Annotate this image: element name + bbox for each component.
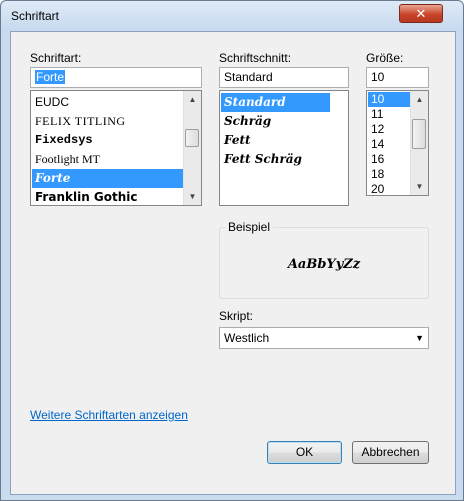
font-list-item-fixedsys[interactable]: Fixedsys (32, 131, 184, 150)
chevron-down-icon[interactable]: ▼ (415, 328, 424, 348)
script-select[interactable]: Westlich ▼ (219, 327, 429, 349)
size-list-item[interactable]: 16 (368, 152, 410, 167)
font-list-scroll-thumb[interactable] (185, 129, 199, 147)
style-list-item-italic[interactable]: Schräg (221, 112, 330, 131)
font-dialog-window: Schriftart ✕ Schriftart: Forte EUDC FELI… (0, 0, 464, 501)
size-list-item[interactable]: 12 (368, 122, 410, 137)
cancel-button[interactable]: Abbrechen (352, 441, 429, 464)
size-list-scroll-thumb[interactable] (412, 119, 426, 149)
font-size-value: 10 (371, 70, 385, 84)
size-list-item[interactable]: 18 (368, 167, 410, 182)
dialog-client-area: Schriftart: Forte EUDC FELIX TITLING Fix… (10, 31, 456, 495)
font-name-input[interactable]: Forte (30, 67, 202, 88)
size-list-item[interactable]: 10 (368, 92, 410, 107)
font-size-input[interactable]: 10 (366, 67, 429, 88)
ok-button[interactable]: OK (267, 441, 342, 464)
size-list-item[interactable]: 11 (368, 107, 410, 122)
font-list-scrollbar[interactable]: ▲ ▼ (183, 91, 201, 205)
font-style-value: Standard (224, 70, 273, 84)
title-bar[interactable]: Schriftart ✕ (1, 1, 463, 31)
font-label: Schriftart: (30, 51, 82, 65)
size-list-item[interactable]: 14 (368, 137, 410, 152)
font-list-item-eudc[interactable]: EUDC (32, 93, 184, 112)
size-list-item[interactable]: 20 (368, 182, 410, 195)
font-list[interactable]: EUDC FELIX TITLING Fixedsys Footlight MT… (30, 90, 202, 206)
scroll-down-arrow-icon[interactable]: ▼ (184, 188, 201, 205)
close-button[interactable]: ✕ (399, 4, 443, 23)
script-label: Skript: (219, 309, 254, 323)
sample-label: Beispiel (225, 220, 274, 234)
font-size-list[interactable]: 10 11 12 14 16 18 20 ▲ ▼ (366, 90, 429, 196)
sample-preview-text: AaBbYyZz (287, 257, 361, 272)
script-select-value: Westlich (224, 331, 270, 345)
font-style-input[interactable]: Standard (219, 67, 349, 88)
style-label: Schriftschnitt: (219, 51, 292, 65)
font-name-value: Forte (35, 70, 66, 84)
style-list-item-bold-italic[interactable]: Fett Schräg (221, 150, 330, 169)
font-list-item-felix-titling[interactable]: FELIX TITLING (32, 112, 184, 131)
font-list-item-footlight-mt[interactable]: Footlight MT (32, 150, 184, 169)
font-list-item-franklin-gothic[interactable]: Franklin Gothic (32, 188, 184, 205)
font-style-list[interactable]: Standard Schräg Fett Fett Schräg (219, 90, 349, 206)
scroll-up-arrow-icon[interactable]: ▲ (411, 91, 428, 108)
scroll-up-arrow-icon[interactable]: ▲ (184, 91, 201, 108)
style-list-item-bold[interactable]: Fett (221, 131, 330, 150)
more-fonts-link[interactable]: Weitere Schriftarten anzeigen (30, 408, 188, 422)
size-label: Größe: (366, 51, 404, 65)
window-title: Schriftart (11, 9, 60, 23)
size-list-scrollbar[interactable]: ▲ ▼ (410, 91, 428, 195)
scroll-down-arrow-icon[interactable]: ▼ (411, 178, 428, 195)
font-list-item-forte[interactable]: Forte (32, 169, 184, 188)
style-list-item-standard[interactable]: Standard (221, 93, 330, 112)
